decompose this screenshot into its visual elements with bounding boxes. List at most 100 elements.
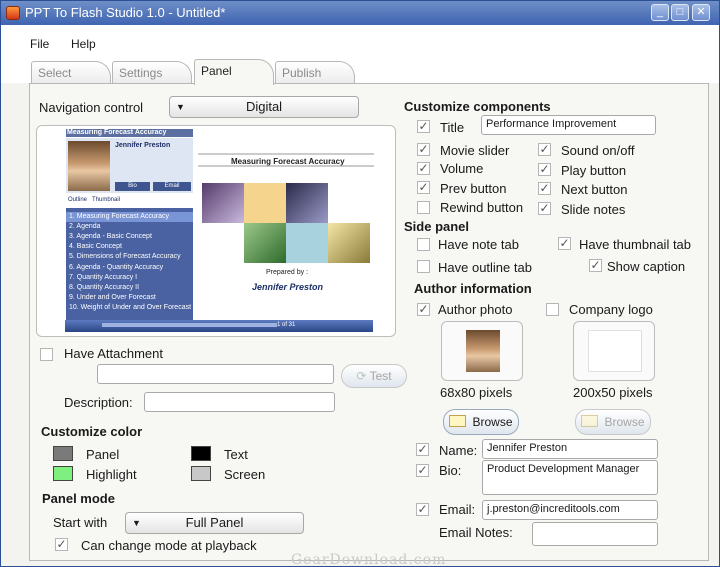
slide-notes-label: Slide notes — [561, 202, 626, 217]
player-slide-counter: 1 of 31 — [277, 322, 296, 328]
attachment-path-input[interactable] — [97, 364, 334, 384]
title-input[interactable]: Performance Improvement — [481, 115, 656, 135]
menu-help[interactable]: Help — [71, 37, 96, 51]
close-button[interactable]: ✕ — [692, 4, 710, 21]
have-attachment-label: Have Attachment — [64, 346, 163, 361]
preview-bio-tab: Bio — [115, 182, 150, 191]
app-icon — [6, 6, 20, 20]
screen-color-label: Screen — [224, 467, 266, 482]
test-button-label: Test — [369, 369, 392, 383]
author-photo-size: 68x80 pixels — [440, 385, 513, 400]
company-logo-label: Company logo — [569, 302, 653, 317]
slide-image — [286, 183, 328, 223]
sound-label: Sound on/off — [561, 143, 635, 158]
sound-checkbox[interactable]: ✓ — [538, 143, 551, 156]
slide-notes-checkbox[interactable]: ✓ — [538, 202, 551, 215]
outline-item: 10. Weight of Under and Over Forecast — [69, 304, 192, 311]
email-notes-label: Email Notes: — [439, 525, 513, 540]
window-title: PPT To Flash Studio 1.0 - Untitled* — [25, 5, 226, 20]
slide-image — [244, 183, 286, 223]
slide-image — [286, 223, 328, 263]
rewind-button-checkbox[interactable] — [417, 201, 430, 214]
email-notes-input[interactable] — [532, 522, 658, 546]
text-color-swatch[interactable] — [191, 446, 211, 461]
customize-color-heading: Customize color — [41, 424, 143, 439]
author-bio-input[interactable]: Product Development Manager — [482, 460, 658, 495]
slide-image — [202, 183, 244, 223]
tab-panel[interactable]: Panel — [194, 59, 274, 85]
author-photo-image — [466, 330, 500, 372]
refresh-icon: ⟳ — [356, 369, 367, 383]
thumbnail-tab-checkbox[interactable]: ✓ — [558, 237, 571, 250]
title-label: Title — [440, 120, 465, 135]
test-button[interactable]: ⟳ Test — [341, 364, 407, 388]
company-logo-checkbox[interactable] — [546, 303, 559, 316]
app-window: PPT To Flash Studio 1.0 - Untitled* _ □ … — [0, 0, 720, 567]
author-photo-browse-label: Browse — [472, 415, 513, 429]
tab-publish[interactable]: Publish — [275, 61, 355, 83]
author-email-checkbox[interactable]: ✓ — [416, 503, 429, 516]
volume-label: Volume — [440, 161, 484, 176]
player-preview: Measuring Forecast Accuracy Jennifer Pre… — [36, 125, 396, 337]
note-tab-checkbox[interactable] — [417, 238, 430, 251]
author-photo-browse-button[interactable]: Browse — [443, 409, 519, 435]
maximize-button[interactable]: □ — [671, 4, 689, 21]
tab-select[interactable]: Select — [31, 61, 111, 83]
author-bio-checkbox[interactable]: ✓ — [416, 464, 429, 477]
author-bio-label: Bio: — [439, 463, 462, 478]
show-caption-checkbox[interactable]: ✓ — [589, 259, 602, 272]
author-name-checkbox[interactable]: ✓ — [416, 443, 429, 456]
prev-button-checkbox[interactable]: ✓ — [417, 181, 430, 194]
play-button-label: Play button — [561, 163, 627, 178]
next-button-label: Next button — [561, 182, 628, 197]
start-with-label: Start with — [53, 515, 108, 530]
preview-outline-list: 1. Measuring Forecast Accuracy 2. Agenda… — [66, 208, 193, 320]
author-photo-frame — [441, 321, 523, 381]
screen-color-swatch[interactable] — [191, 466, 211, 481]
next-button-checkbox[interactable]: ✓ — [538, 182, 551, 195]
company-logo-frame — [573, 321, 655, 381]
panel-mode-heading: Panel mode — [42, 491, 115, 506]
watermark: GearDownload.com — [291, 552, 447, 567]
author-email-input[interactable]: j.preston@increditools.com — [482, 500, 658, 520]
author-information-heading: Author information — [414, 281, 532, 296]
author-photo-checkbox[interactable]: ✓ — [417, 303, 430, 316]
minimize-button[interactable]: _ — [651, 4, 669, 21]
panel-color-swatch[interactable] — [53, 446, 73, 461]
menu-file[interactable]: File — [30, 37, 49, 51]
movie-slider-label: Movie slider — [440, 143, 510, 158]
preview-presenter-name: Jennifer Preston — [115, 142, 171, 149]
title-checkbox[interactable]: ✓ — [417, 120, 430, 133]
slide-image — [244, 223, 286, 263]
start-with-select[interactable]: ▼ Full Panel — [125, 512, 304, 534]
preview-email-tab: Email — [153, 182, 191, 191]
outline-item: 4. Basic Concept — [69, 243, 122, 250]
title-bar: PPT To Flash Studio 1.0 - Untitled* _ □ … — [1, 1, 719, 25]
panel-color-label: Panel — [86, 447, 120, 462]
navigation-control-select[interactable]: ▼ Digital — [169, 96, 359, 118]
movie-slider-checkbox[interactable]: ✓ — [417, 143, 430, 156]
author-photo-label: Author photo — [438, 302, 513, 317]
change-mode-checkbox[interactable]: ✓ — [55, 538, 68, 551]
preview-outline-tab: Outline — [68, 197, 88, 203]
preview-heading: Measuring Forecast Accuracy — [67, 129, 167, 136]
have-attachment-checkbox[interactable] — [40, 348, 53, 361]
volume-checkbox[interactable]: ✓ — [417, 162, 430, 175]
dropdown-arrow-icon: ▼ — [176, 102, 185, 112]
tab-settings[interactable]: Settings — [112, 61, 192, 83]
description-input[interactable] — [144, 392, 335, 412]
preview-thumbnail-tab: Thumbnail — [92, 197, 121, 203]
author-name-input[interactable]: Jennifer Preston — [482, 439, 658, 459]
thumbnail-tab-label: Have thumbnail tab — [579, 237, 692, 252]
start-with-value: Full Panel — [185, 515, 244, 530]
outline-item: 3. Agenda - Basic Concept — [69, 233, 152, 240]
outline-tab-checkbox[interactable] — [417, 260, 430, 273]
company-logo-size: 200x50 pixels — [573, 385, 653, 400]
company-logo-browse-button[interactable]: Browse — [575, 409, 651, 435]
player-seek-slider — [102, 323, 277, 327]
slide-title: Measuring Forecast Accuracy — [231, 157, 345, 166]
play-button-checkbox[interactable]: ✓ — [538, 163, 551, 176]
highlight-color-swatch[interactable] — [53, 466, 73, 481]
slide-image — [328, 223, 370, 263]
folder-icon — [449, 415, 467, 427]
